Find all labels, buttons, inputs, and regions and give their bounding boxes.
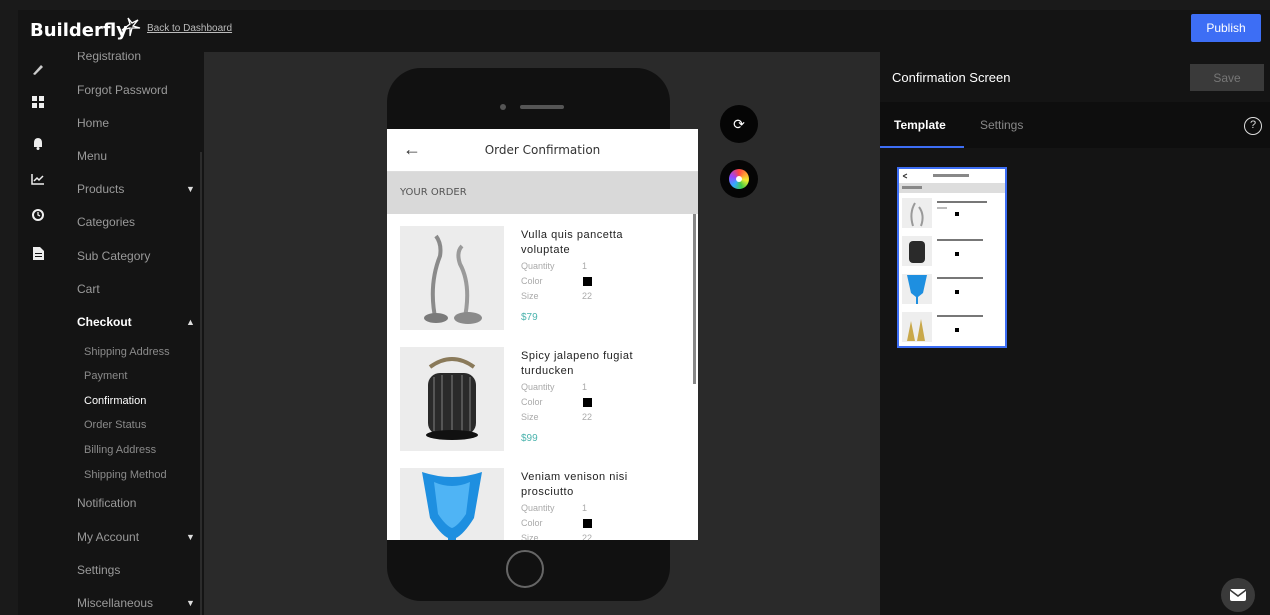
document-icon[interactable]: [30, 247, 46, 263]
sidebar-item-notification[interactable]: Notification: [77, 496, 136, 510]
order-item[interactable]: Spicy jalapeno fugiat turducken Quantity…: [387, 347, 693, 465]
sidebar-item-settings[interactable]: Settings: [77, 563, 120, 577]
order-item[interactable]: Veniam venison nisi prosciutto Quantity …: [387, 468, 693, 540]
color-wheel-icon[interactable]: [729, 169, 749, 189]
sidebar-item-products[interactable]: Products: [77, 182, 124, 196]
color-swatch: [583, 519, 592, 528]
color-swatch: [583, 277, 592, 286]
refresh-icon: ⟳: [733, 116, 745, 132]
panel-title: Confirmation Screen: [892, 70, 1011, 85]
sidebar-item-menu[interactable]: Menu: [77, 149, 107, 163]
support-chat-button[interactable]: [1221, 578, 1255, 612]
quantity-value: 1: [582, 382, 588, 392]
sidebar-item-cart[interactable]: Cart: [77, 282, 100, 296]
chevron-down-icon[interactable]: ▼: [186, 184, 195, 194]
size-label: Size: [521, 412, 539, 422]
logo-sparkle-icon: [121, 17, 141, 37]
save-button[interactable]: Save: [1190, 64, 1264, 91]
sidebar-item-sub-category[interactable]: Sub Category: [77, 249, 150, 263]
sidebar-subitem-confirmation[interactable]: Confirmation: [84, 395, 146, 407]
product-name: Vulla quis pancetta voluptate: [521, 229, 624, 256]
color-label: Color: [521, 397, 543, 407]
phone-screen: ← Order Confirmation YOUR ORDER Vulla qu…: [387, 129, 698, 540]
sidebar-item-checkout[interactable]: Checkout: [77, 315, 132, 329]
tab-settings[interactable]: Settings: [980, 118, 1023, 132]
sidebar-item-home[interactable]: Home: [77, 116, 109, 130]
section-title: YOUR ORDER: [400, 187, 467, 198]
sidebar-scrollbar[interactable]: [200, 152, 202, 615]
refresh-preview-button[interactable]: ⟳: [720, 105, 758, 143]
sidebar-item-registration[interactable]: Registration: [77, 52, 141, 63]
help-icon[interactable]: ?: [1244, 117, 1262, 135]
sidebar-subitem-billing-address[interactable]: Billing Address: [84, 444, 156, 456]
size-label: Size: [521, 291, 539, 301]
sidebar-item-miscellaneous[interactable]: Miscellaneous: [77, 596, 153, 610]
quantity-value: 1: [582, 503, 588, 513]
app-frame: Builderfly Back to Dashboard Publish Reg…: [18, 10, 1270, 615]
speaker-grille: [520, 105, 564, 109]
color-swatch: [583, 398, 592, 407]
product-name: Spicy jalapeno fugiat turducken: [521, 350, 634, 377]
sidebar-subitem-order-status[interactable]: Order Status: [84, 419, 146, 431]
size-value: 22: [582, 291, 593, 301]
product-image: [400, 347, 504, 451]
publish-button[interactable]: Publish: [1191, 14, 1261, 42]
sidebar-item-my-account[interactable]: My Account: [77, 530, 139, 544]
chevron-up-icon[interactable]: ▲: [186, 317, 195, 327]
screen-header: ← Order Confirmation: [387, 129, 698, 172]
product-price: $79: [521, 312, 538, 323]
sidebar-subitem-shipping-address[interactable]: Shipping Address: [84, 346, 170, 358]
screen-scrollbar[interactable]: [693, 214, 696, 384]
template-thumbnail[interactable]: [897, 167, 1007, 348]
product-image: [400, 226, 504, 330]
size-value: 22: [582, 533, 593, 540]
grid-icon[interactable]: [30, 96, 46, 112]
quantity-value: 1: [582, 261, 588, 271]
phone-mockup: ← Order Confirmation YOUR ORDER Vulla qu…: [387, 68, 698, 601]
tool-icon-bar: [18, 52, 58, 615]
product-price: $99: [521, 433, 538, 444]
product-image: [400, 468, 504, 540]
back-to-dashboard-link[interactable]: Back to Dashboard: [147, 23, 232, 34]
logo: Builderfly: [30, 20, 128, 41]
active-tab-indicator: [880, 146, 964, 148]
color-label: Color: [521, 518, 543, 528]
sidebar-subitem-shipping-method[interactable]: Shipping Method: [84, 469, 167, 481]
sidebar-subitem-payment[interactable]: Payment: [84, 370, 127, 382]
chevron-down-icon[interactable]: ▼: [186, 532, 195, 542]
top-bar: Builderfly Back to Dashboard Publish: [18, 10, 1270, 52]
chart-icon[interactable]: [30, 173, 46, 189]
clock-icon[interactable]: [30, 209, 46, 225]
your-order-header: YOUR ORDER: [387, 172, 698, 214]
color-label: Color: [521, 276, 543, 286]
camera-dot: [500, 104, 506, 110]
size-label: Size: [521, 533, 539, 540]
brush-icon[interactable]: [30, 62, 46, 78]
tab-template[interactable]: Template: [894, 118, 946, 132]
bell-icon[interactable]: [30, 137, 46, 153]
size-value: 22: [582, 412, 593, 422]
mail-icon: [1229, 589, 1247, 601]
preview-canvas: ← Order Confirmation YOUR ORDER Vulla qu…: [204, 52, 880, 615]
home-button: [506, 550, 544, 588]
screen-navigation-sidebar: Registration Forgot Password Home Menu P…: [58, 52, 204, 615]
quantity-label: Quantity: [521, 261, 555, 271]
product-name: Veniam venison nisi prosciutto: [521, 471, 628, 498]
order-item[interactable]: Vulla quis pancetta voluptate Quantity 1…: [387, 226, 693, 344]
sidebar-item-forgot-password[interactable]: Forgot Password: [77, 83, 168, 97]
screen-title: Order Confirmation: [484, 143, 601, 157]
properties-panel: Confirmation Screen Save Template Settin…: [880, 52, 1270, 615]
quantity-label: Quantity: [521, 382, 555, 392]
sidebar-item-categories[interactable]: Categories: [77, 215, 135, 229]
quantity-label: Quantity: [521, 503, 555, 513]
chevron-down-icon[interactable]: ▼: [186, 598, 195, 608]
panel-tabs: Template Settings ?: [880, 102, 1270, 148]
